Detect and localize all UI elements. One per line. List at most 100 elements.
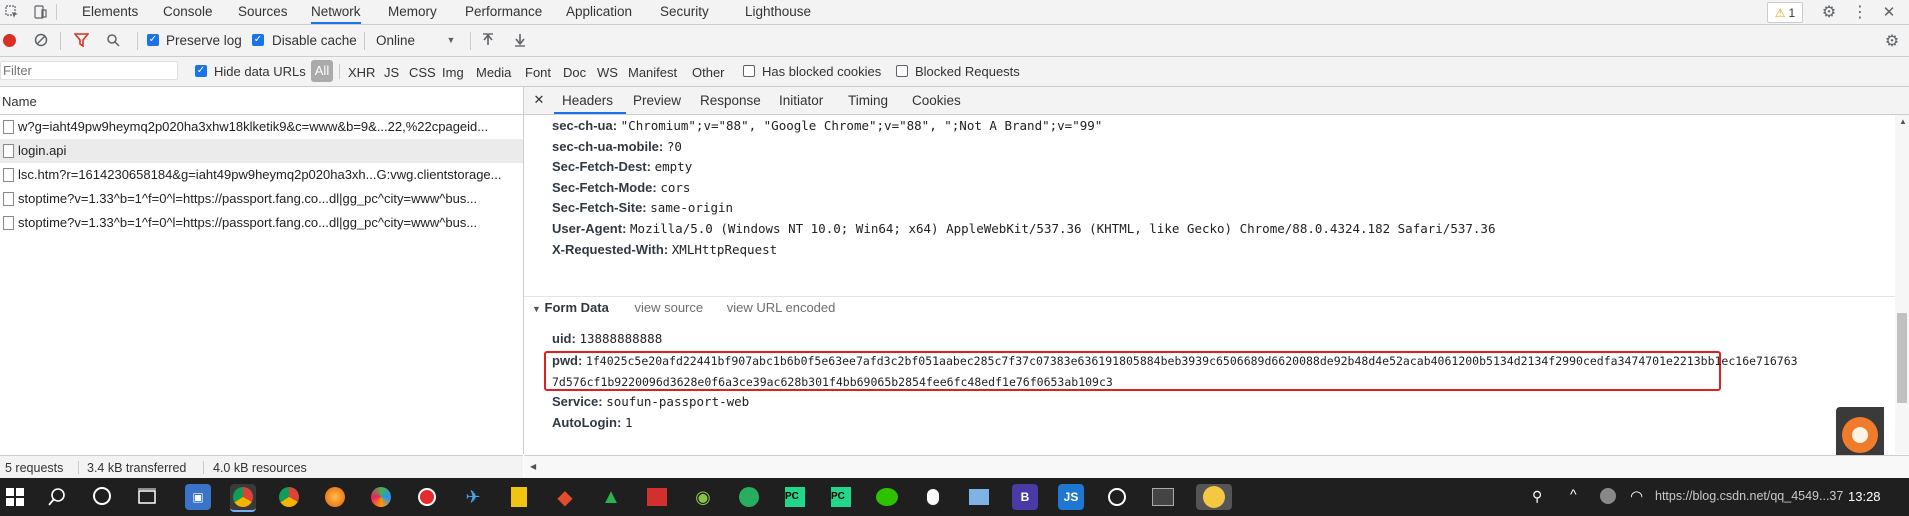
throttling-select[interactable]: Online [376,33,415,48]
disable-cache-checkbox[interactable]: ✓ [252,34,264,46]
app-icon-photos[interactable] [966,484,992,510]
export-har-icon[interactable] [512,32,528,48]
tab-preview[interactable]: Preview [633,93,681,108]
blocked-requests-checkbox[interactable] [896,65,908,77]
request-row[interactable]: stoptime?v=1.33^b=1^f=0^l=https://passpo… [0,211,523,235]
view-source-link[interactable]: view source [634,300,703,315]
app-icon-terminal[interactable] [1150,484,1176,510]
tab-lighthouse[interactable]: Lighthouse [745,0,811,24]
app-icon-colorful[interactable] [368,484,394,510]
tab-initiator[interactable]: Initiator [779,93,823,108]
windows-start-icon[interactable] [6,488,24,506]
record-icon[interactable] [3,34,16,47]
preserve-log-checkbox[interactable]: ✓ [147,34,159,46]
horizontal-scrollbar[interactable]: ◀ [524,455,1909,479]
app-icon-face[interactable] [1196,484,1232,510]
warnings-badge[interactable]: ⚠ 1 [1767,2,1803,23]
app-icon-red-box[interactable] [644,484,670,510]
filter-type-js[interactable]: JS [384,65,399,80]
chevron-down-icon[interactable]: ▼ [446,35,456,45]
app-icon-js[interactable]: JS [1058,484,1084,510]
filter-type-img[interactable]: Img [442,65,464,80]
app-icon-recorder[interactable] [414,484,440,510]
view-url-encoded-link[interactable]: view URL encoded [727,300,836,315]
scrollbar-thumb[interactable] [1897,313,1907,403]
search-icon[interactable] [47,487,67,507]
scroll-up-arrow-icon[interactable]: ▲ [1899,117,1907,126]
tab-response[interactable]: Response [700,93,761,108]
app-icon-chrome[interactable] [276,484,302,510]
has-blocked-cookies-checkbox[interactable] [743,65,755,77]
app-icon-firefox[interactable] [322,484,348,510]
app-icon-pycharm[interactable]: PC [782,484,808,510]
filter-type-all[interactable]: All [311,60,333,82]
more-options-icon[interactable]: ⋮ [1852,3,1868,21]
filter-icon[interactable] [73,32,89,48]
request-row-selected[interactable]: login.api [0,139,523,163]
app-icon-bird[interactable]: ✈ [460,484,486,510]
clear-icon[interactable] [33,32,49,48]
filter-input[interactable] [0,61,178,80]
tab-application[interactable]: Application [566,0,632,24]
settings-gear-icon[interactable]: ⚙ [1820,3,1838,21]
request-row[interactable]: w?g=iaht49pw9heymq2p020ha3xhw18klketik9&… [0,115,523,139]
disable-cache-label: Disable cache [272,33,357,48]
tab-console[interactable]: Console [163,0,213,24]
form-key: uid: [552,331,576,346]
hide-data-urls-checkbox[interactable]: ✓ [195,65,207,77]
app-icon-notes[interactable] [506,484,532,510]
app-icon-file-manager[interactable]: ▣ [185,484,211,510]
app-icon-qq[interactable] [920,484,946,510]
filter-type-media[interactable]: Media [476,65,511,80]
app-icon-android[interactable]: ◉ [690,484,716,510]
import-har-icon[interactable] [480,32,496,48]
form-data-section-header[interactable]: ▼ Form Data view source view URL encoded [532,300,835,315]
tab-network[interactable]: Network [311,0,361,24]
app-icon-git[interactable]: ◆ [552,484,578,510]
device-toolbar-icon[interactable] [32,4,48,20]
chevron-up-icon[interactable]: ^ [1570,486,1577,502]
request-row[interactable]: stoptime?v=1.33^b=1^f=0^l=https://passpo… [0,187,523,211]
app-icon-pycharm-2[interactable]: PC [828,484,854,510]
tab-elements[interactable]: Elements [82,0,138,24]
scroll-left-arrow-icon[interactable]: ◀ [530,462,536,471]
app-icon-circle[interactable] [1104,484,1130,510]
clock[interactable]: 13:28 [1848,489,1881,504]
filter-type-manifest[interactable]: Manifest [628,65,677,80]
form-field-autologin: AutoLogin: 1 [552,415,632,430]
tab-timing[interactable]: Timing [848,93,888,108]
close-devtools-icon[interactable]: ✕ [1880,3,1898,21]
filter-type-doc[interactable]: Doc [563,65,586,80]
filter-type-ws[interactable]: WS [597,65,618,80]
vertical-scrollbar[interactable]: ▲ [1895,115,1909,454]
section-divider [524,296,1899,297]
task-view-icon[interactable] [137,488,157,506]
app-icon-green-app[interactable] [736,484,762,510]
inspect-element-icon[interactable] [4,4,20,20]
wifi-icon[interactable]: ◠ [1630,487,1643,505]
tab-security[interactable]: Security [660,0,709,24]
tray-app-icon[interactable] [1600,488,1616,504]
filter-type-xhr[interactable]: XHR [348,65,375,80]
filter-type-font[interactable]: Font [525,65,551,80]
search-icon[interactable] [105,32,121,48]
tab-performance[interactable]: Performance [465,0,542,24]
app-icon-wechat[interactable] [874,484,900,510]
tab-cookies[interactable]: Cookies [912,93,961,108]
request-row[interactable]: lsc.htm?r=1614230658184&g=iaht49pw9heymq… [0,163,523,187]
close-detail-icon[interactable]: ✕ [532,92,546,108]
app-icon-b[interactable]: B [1012,484,1038,510]
people-icon[interactable]: ⚲ [1532,488,1548,504]
network-settings-gear-icon[interactable]: ⚙ [1883,32,1901,50]
tab-sources[interactable]: Sources [238,0,288,24]
app-icon-chrome-active[interactable] [230,484,256,512]
app-icon-green-triangle[interactable]: ▲ [598,484,624,510]
form-value: 13888888888 [579,331,663,346]
column-name-header[interactable]: Name [2,94,37,109]
tab-headers[interactable]: Headers [562,93,613,108]
filter-type-other[interactable]: Other [692,65,725,80]
requests-count: 5 requests [5,461,64,475]
tab-memory[interactable]: Memory [388,0,437,24]
cortana-icon[interactable] [93,487,111,505]
filter-type-css[interactable]: CSS [409,65,436,80]
